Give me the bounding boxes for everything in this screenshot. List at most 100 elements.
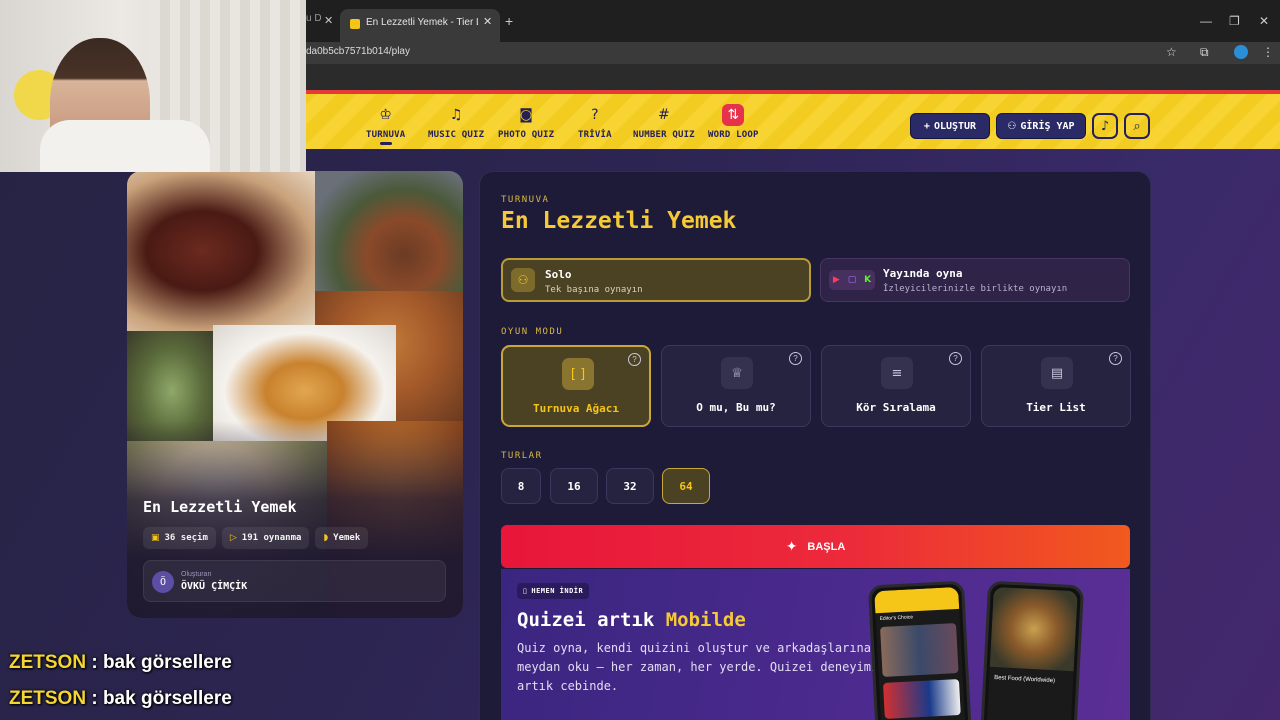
mode-label: O mu, Bu mu? [696,401,776,414]
help-icon[interactable]: ? [628,353,641,366]
help-icon[interactable]: ? [1109,352,1122,365]
download-badge[interactable]: ▯ HEMEN İNDİR [517,583,590,599]
selections-count: 36 seçim [164,533,208,543]
active-indicator [379,142,392,145]
quiz-stats: ▣ 36 seçim ▷ 191 oynanma ◗ Yemek [143,527,369,549]
bracket-icon: [ ] [562,358,594,390]
streaming-platforms-icon: ▶ ▢ K [829,270,875,290]
help-icon[interactable]: ? [789,352,802,365]
creator-label: Oluşturan [181,571,212,578]
plus-icon: + [923,120,930,132]
close-icon[interactable]: ✕ [324,14,333,27]
window-close-icon[interactable]: ✕ [1259,14,1269,28]
chat-username: ZETSON [9,688,87,709]
game-setup-panel: TURNUVA En Lezzetli Yemek ⚇ Solo Tek baş… [479,171,1151,720]
game-mode-label: OYUN MODU [501,327,564,337]
question-icon: ? [591,107,599,123]
nav-label: TRİVİA [578,130,612,140]
phone-icon: ▯ [523,587,528,595]
previous-tab-fragment[interactable]: u D [306,13,322,24]
menu-icon[interactable]: ⋮ [1262,45,1274,59]
phone-right-caption: Best Food (Worldwide) [994,675,1056,685]
minimize-icon[interactable]: — [1200,14,1212,28]
login-button[interactable]: ⚇ GİRİŞ YAP [996,113,1086,139]
stream-option[interactable]: ▶ ▢ K Yayında oyna İzleyicilerinizle bir… [820,258,1130,302]
favicon-icon [350,19,360,29]
chat-message: ZETSON : bak görsellere [9,688,232,709]
user-icon: ⚇ [511,268,535,292]
plays-count: 191 oynanma [241,533,302,543]
mode-label: Kör Sıralama [856,401,936,414]
active-tab[interactable]: En Lezzetli Yemek - Tier List, Kö ✕ [340,9,500,42]
round-option-32[interactable]: 32 [606,468,654,504]
nav-item-word-loop[interactable]: ⇅ WORD LOOP [708,104,759,140]
mobile-app-promo: ▯ HEMEN İNDİR Quizei artık Mobilde Quiz … [501,569,1130,720]
badge-label: HEMEN İNDİR [531,587,584,595]
nav-item-turnuva[interactable]: ♔ TURNUVA [366,104,405,145]
table-icon: ▤ [1041,357,1073,389]
mode-this-or-that[interactable]: ♕ ? O mu, Bu mu? [661,345,811,427]
new-tab-icon[interactable]: + [505,13,513,29]
promo-title-highlight: Mobilde [665,609,746,631]
hash-icon: # [658,107,670,123]
mode-tournament-bracket[interactable]: [ ] ? Turnuva Ağacı [501,345,651,427]
promo-text: Quiz oyna, kendi quizini oluştur ve arka… [517,641,879,693]
nav-label: NUMBER QUIZ [633,130,695,140]
category-stat[interactable]: ◗ Yemek [315,527,369,549]
category-icon: ◗ [323,533,329,543]
kick-icon: K [864,275,872,285]
solo-subtitle: Tek başına oynayın [545,285,643,295]
creator-box[interactable]: Ö Oluşturan ÖVKÜ ÇİMÇİK [143,560,446,602]
mode-tier-list[interactable]: ▤ ? Tier List [981,345,1131,427]
start-label: BAŞLA [807,540,846,553]
quiz-cover-card: En Lezzetli Yemek ▣ 36 seçim ▷ 191 oynanma… [127,171,463,618]
chat-username: ZETSON [9,652,87,673]
round-option-64[interactable]: 64 [662,468,710,504]
search-icon[interactable]: ⌕ [1124,113,1150,139]
nav-label: WORD LOOP [708,130,759,140]
nav-item-photo-quiz[interactable]: ◙ PHOTO QUIZ [498,104,554,140]
nav-item-trivia[interactable]: ? TRİVİA [578,104,612,140]
start-button[interactable]: ✦ BAŞLA [501,525,1130,568]
rounds-label: TURLAR [501,451,543,461]
trophy-icon: ♔ [379,107,392,123]
help-icon[interactable]: ? [949,352,962,365]
play-icon: ▷ [229,533,237,543]
create-button[interactable]: + OLUŞTUR [910,113,990,139]
phone-mockup-left: Editor's Choice [867,580,973,720]
close-icon[interactable]: ✕ [483,15,492,28]
nav-item-number-quiz[interactable]: # NUMBER QUIZ [633,104,695,140]
selections-stat: ▣ 36 seçim [143,527,216,549]
solo-option[interactable]: ⚇ Solo Tek başına oynayın [501,258,811,302]
promo-title-a: Quizei artık [517,609,666,631]
nav-item-music-quiz[interactable]: ♫ MUSIC QUIZ [428,104,484,140]
phone-mockup-right: Best Food (Worldwide) [979,580,1085,720]
creator-name: ÖVKÜ ÇİMÇİK [181,581,248,592]
round-option-8[interactable]: 8 [501,468,541,504]
star-icon[interactable]: ☆ [1166,45,1177,59]
chat-message: ZETSON : bak görsellere [9,652,232,673]
extensions-icon[interactable]: ⧉ [1200,45,1209,60]
nav-label: TURNUVA [366,130,406,140]
chat-text: bak görsellere [102,688,232,709]
tab-title: En Lezzetli Yemek - Tier List, Kö [366,17,478,28]
restore-icon[interactable]: ❐ [1229,14,1240,28]
url-text[interactable]: da0b5cb7571b014/play [306,46,410,57]
word-loop-icon: ⇅ [722,104,745,126]
category-label: Yemek [333,533,361,543]
nav-label: PHOTO QUIZ [498,130,555,140]
sparkle-icon: ✦ [785,538,798,555]
nav-label: MUSIC QUIZ [428,130,485,140]
solo-title: Solo [545,268,572,281]
twitch-icon: ▢ [847,275,857,285]
mode-blind-ranking[interactable]: ≡ ? Kör Sıralama [821,345,971,427]
camera-icon: ◙ [519,107,533,123]
chat-text: bak görsellere [102,652,232,673]
plays-stat: ▷ 191 oynanma [221,527,310,549]
login-label: GİRİŞ YAP [1020,120,1075,132]
page-title: En Lezzetli Yemek [501,208,737,234]
notification-bell-icon[interactable]: ♪ [1092,113,1118,139]
round-option-16[interactable]: 16 [550,468,598,504]
music-icon: ♫ [449,107,463,123]
profile-avatar[interactable] [1234,45,1248,59]
